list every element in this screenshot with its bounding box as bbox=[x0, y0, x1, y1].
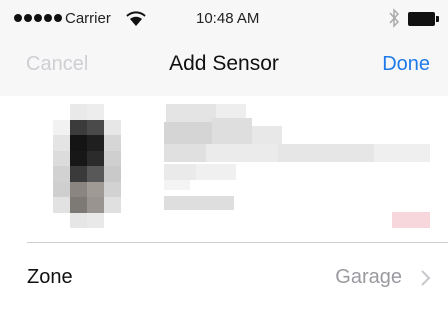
done-button[interactable]: Done bbox=[382, 52, 430, 76]
zone-label: Zone bbox=[27, 266, 73, 288]
signal-dots-icon bbox=[14, 14, 62, 22]
wifi-icon bbox=[126, 11, 146, 26]
cancel-button[interactable]: Cancel bbox=[26, 52, 88, 76]
bluetooth-icon bbox=[389, 8, 400, 28]
sensor-device-image bbox=[53, 104, 121, 228]
status-time: 10:48 AM bbox=[196, 10, 260, 27]
chevron-right-icon bbox=[421, 270, 431, 286]
zone-value: Garage bbox=[335, 266, 402, 288]
status-badge bbox=[392, 212, 430, 228]
add-sensor-screen: Carrier 10:48 AM Cancel Add Sensor Done bbox=[0, 0, 448, 311]
status-bar: Carrier 10:48 AM bbox=[0, 0, 448, 38]
zone-row[interactable]: Zone Garage bbox=[0, 243, 448, 311]
battery-icon bbox=[408, 12, 439, 26]
sensor-details bbox=[164, 98, 444, 228]
carrier-label: Carrier bbox=[65, 10, 111, 27]
